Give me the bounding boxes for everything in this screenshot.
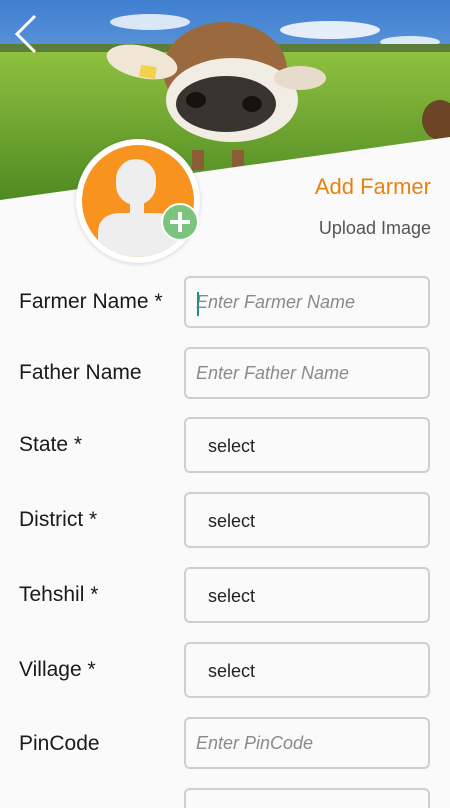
add-photo-button[interactable] <box>161 203 199 241</box>
form-row-state: State * select <box>0 417 450 473</box>
upload-image-link[interactable]: Upload Image <box>319 218 431 239</box>
district-select[interactable]: select <box>184 492 430 548</box>
state-label: State * <box>19 433 83 456</box>
form-row-farmer-name: Farmer Name * <box>0 274 450 330</box>
tehshil-label: Tehshil * <box>19 583 99 606</box>
form-row-tehshil: Tehshil * select <box>0 567 450 623</box>
back-button[interactable] <box>8 10 44 54</box>
village-select[interactable]: select <box>184 642 430 698</box>
district-label: District * <box>19 508 98 531</box>
page-title: Add Farmer <box>314 174 431 199</box>
farmer-name-field[interactable] <box>184 276 430 328</box>
avatar-upload[interactable] <box>76 139 200 263</box>
form-row-village: Village * select <box>0 642 450 698</box>
village-label: Village * <box>19 658 96 681</box>
plus-icon <box>170 212 190 232</box>
father-name-field[interactable] <box>184 347 430 399</box>
village-selected-value: select <box>208 661 256 681</box>
farmer-name-label: Farmer Name * <box>19 290 163 313</box>
state-select[interactable]: select <box>184 417 430 473</box>
pincode-input[interactable] <box>186 719 428 767</box>
text-cursor <box>197 292 199 316</box>
farmer-name-input[interactable] <box>186 278 428 326</box>
district-selected-value: select <box>208 511 256 531</box>
tehshil-select[interactable]: select <box>184 567 430 623</box>
form-row-district: District * select <box>0 492 450 548</box>
father-name-input[interactable] <box>186 349 428 397</box>
form-row-father-name: Father Name <box>0 345 450 401</box>
father-name-label: Father Name <box>19 361 142 384</box>
header-banner-image <box>0 0 450 200</box>
pincode-field[interactable] <box>184 717 430 769</box>
next-field-partial[interactable] <box>184 788 430 808</box>
pincode-label: PinCode <box>19 732 100 755</box>
form-row-pincode: PinCode <box>0 716 450 772</box>
tehshil-selected-value: select <box>208 586 256 606</box>
state-selected-value: select <box>208 436 256 456</box>
chevron-left-icon <box>14 14 37 54</box>
